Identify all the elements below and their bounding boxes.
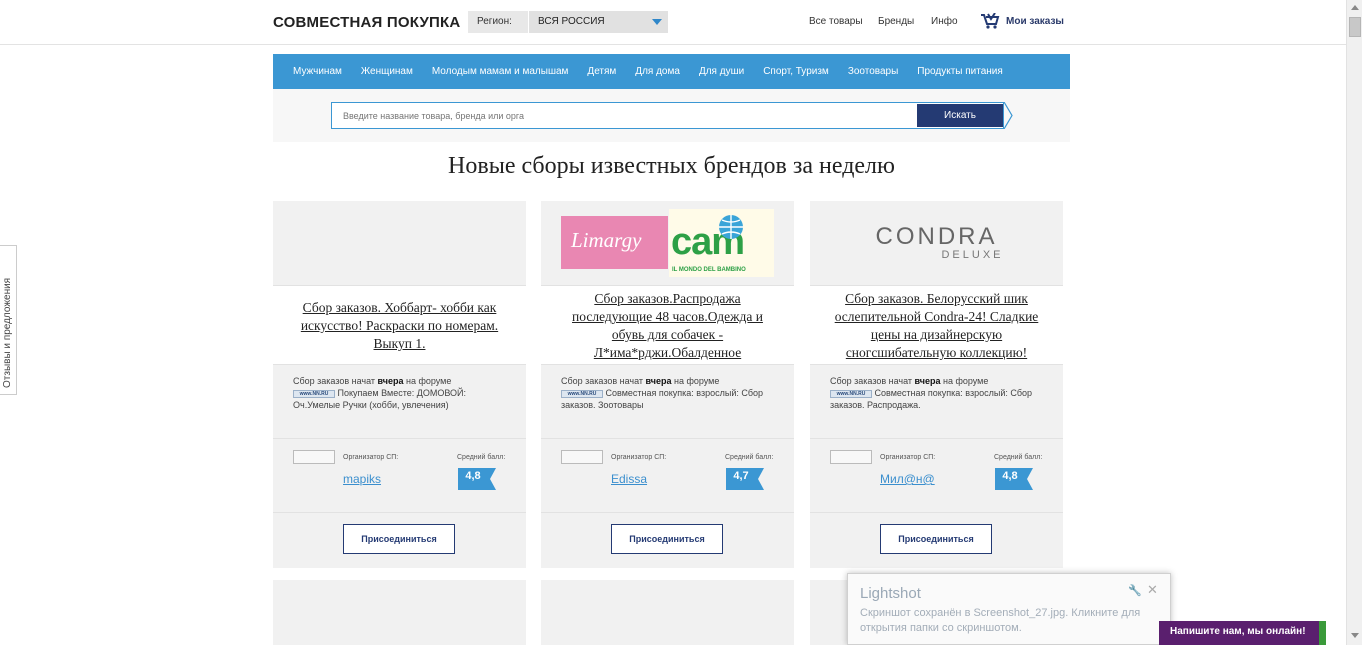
- category-nav: Мужчинам Женщинам Молодым мамам и малыша…: [273, 54, 1070, 89]
- score-value: 4,7: [733, 470, 749, 482]
- cart-icon: [981, 13, 1000, 29]
- divider: [541, 512, 794, 513]
- purchase-card: CONDRA DELUXE Сбор заказов. Белорусский …: [810, 201, 1063, 568]
- category-kids[interactable]: Детям: [587, 66, 616, 77]
- divider: [273, 512, 526, 513]
- score-label: Средний балл:: [457, 454, 506, 461]
- chevron-down-icon: [652, 19, 662, 25]
- lightshot-notification[interactable]: Lightshot 🔧 ✕ Скриншот сохранён в Screen…: [847, 573, 1171, 645]
- search-section: Искать: [273, 89, 1070, 142]
- my-orders-link[interactable]: Мои заказы: [980, 13, 1064, 29]
- search-arrow-icon: [1004, 102, 1013, 129]
- cam-logo: cam IL MONDO DEL BAMBINO: [669, 209, 774, 277]
- join-button[interactable]: Присоединиться: [880, 524, 992, 554]
- score-label: Средний балл:: [725, 454, 774, 461]
- forum-logo: www.NN.RU: [293, 389, 335, 398]
- organizer-label: Организатор СП:: [343, 454, 399, 461]
- region-selector[interactable]: Регион: ВСЯ РОССИЯ: [468, 11, 668, 33]
- category-women[interactable]: Женщинам: [361, 66, 413, 77]
- score-label: Средний балл:: [994, 454, 1043, 461]
- forum-logo: www.NN.RU: [561, 389, 603, 398]
- search-button[interactable]: Искать: [917, 104, 1003, 127]
- divider: [541, 438, 794, 439]
- card-brand-image: [273, 201, 526, 285]
- card-brand-image: Limargy cam IL MONDO DEL BAMBINO: [541, 201, 794, 285]
- close-icon[interactable]: ✕: [1147, 582, 1158, 598]
- score-badge: 4,8: [995, 468, 1033, 495]
- notification-title: Lightshot: [860, 585, 921, 602]
- nav-brands[interactable]: Бренды: [878, 16, 914, 27]
- site-header: СОВМЕСТНАЯ ПОКУПКА Регион: ВСЯ РОССИЯ Вс…: [0, 0, 1346, 45]
- purchase-card: Сбор заказов. Хоббарт- хобби как искусст…: [273, 201, 526, 568]
- region-value: ВСЯ РОССИЯ: [538, 16, 605, 27]
- divider: [810, 438, 1063, 439]
- scroll-thumb[interactable]: [1349, 17, 1361, 37]
- region-label: Регион:: [468, 11, 528, 33]
- region-dropdown[interactable]: ВСЯ РОССИЯ: [528, 11, 668, 33]
- category-moms-babies[interactable]: Молодым мамам и малышам: [432, 66, 569, 77]
- card-title-link[interactable]: Сбор заказов. Белорусский шик ослепитель…: [824, 290, 1049, 362]
- join-button[interactable]: Присоединиться: [611, 524, 723, 554]
- organizer-label: Организатор СП:: [880, 454, 936, 461]
- search-box: Искать: [331, 102, 1004, 129]
- category-sport[interactable]: Спорт, Туризм: [763, 66, 829, 77]
- limargy-logo: Limargy: [561, 216, 668, 269]
- page-scrollbar[interactable]: [1346, 0, 1362, 645]
- purchase-card-partial: [541, 580, 794, 645]
- purchase-card-partial: [273, 580, 526, 645]
- search-input[interactable]: [332, 103, 902, 128]
- card-title-area: Сбор заказов. Хоббарт- хобби как искусст…: [273, 285, 526, 365]
- category-food[interactable]: Продукты питания: [917, 66, 1003, 77]
- notification-text: Скриншот сохранён в Screenshot_27.jpg. К…: [860, 607, 1141, 634]
- purchase-card: Limargy cam IL MONDO DEL BAMBINO Сбор за…: [541, 201, 794, 568]
- chat-status-indicator: [1319, 621, 1326, 645]
- category-men[interactable]: Мужчинам: [293, 66, 342, 77]
- scroll-up-icon[interactable]: [1351, 5, 1359, 10]
- organizer-avatar: [293, 450, 335, 464]
- page-title: Новые сборы известных брендов за неделю: [448, 153, 895, 179]
- category-soul[interactable]: Для души: [699, 66, 744, 77]
- organizer-avatar: [830, 450, 872, 464]
- forum-logo: www.NN.RU: [830, 389, 872, 398]
- card-info: Сбор заказов начат вчера на форуме www.N…: [561, 376, 764, 410]
- card-title-link[interactable]: Сбор заказов. Хоббарт- хобби как искусст…: [287, 299, 512, 353]
- organizer-link[interactable]: Edissa: [611, 472, 647, 486]
- pin-icon[interactable]: 🔧: [1128, 584, 1142, 597]
- card-brand-image: CONDRA DELUXE: [810, 201, 1063, 285]
- feedback-tab-label: Отзывы и предложения: [2, 277, 13, 388]
- online-chat-button[interactable]: Напишите нам, мы онлайн!: [1159, 621, 1326, 645]
- category-pets[interactable]: Зоотовары: [848, 66, 898, 77]
- organizer-link[interactable]: Мил@н@: [880, 472, 935, 486]
- category-home[interactable]: Для дома: [635, 66, 680, 77]
- score-badge: 4,7: [726, 468, 764, 495]
- feedback-tab[interactable]: Отзывы и предложения: [0, 245, 17, 395]
- card-info: Сбор заказов начат вчера на форуме www.N…: [830, 376, 1033, 410]
- card-title-area: Сбор заказов. Белорусский шик ослепитель…: [810, 285, 1063, 365]
- organizer-avatar: [561, 450, 603, 464]
- score-value: 4,8: [465, 470, 481, 482]
- divider: [810, 512, 1063, 513]
- score-badge: 4,8: [458, 468, 496, 495]
- scroll-down-icon[interactable]: [1351, 633, 1359, 638]
- card-title-link[interactable]: Сбор заказов.Распродажа последующие 48 ч…: [555, 290, 780, 362]
- organizer-label: Организатор СП:: [611, 454, 667, 461]
- condra-logo: CONDRA DELUXE: [875, 223, 1004, 261]
- card-info: Сбор заказов начат вчера на форуме www.N…: [293, 376, 466, 410]
- card-title-area: Сбор заказов.Распродажа последующие 48 ч…: [541, 285, 794, 365]
- join-button[interactable]: Присоединиться: [343, 524, 455, 554]
- site-logo[interactable]: СОВМЕСТНАЯ ПОКУПКА: [273, 14, 460, 31]
- organizer-link[interactable]: mapiks: [343, 472, 381, 486]
- nav-all-products[interactable]: Все товары: [809, 16, 863, 27]
- score-value: 4,8: [1002, 470, 1018, 482]
- nav-info[interactable]: Инфо: [931, 16, 958, 27]
- globe-icon: [719, 215, 743, 239]
- my-orders-label: Мои заказы: [1006, 15, 1064, 27]
- divider: [273, 438, 526, 439]
